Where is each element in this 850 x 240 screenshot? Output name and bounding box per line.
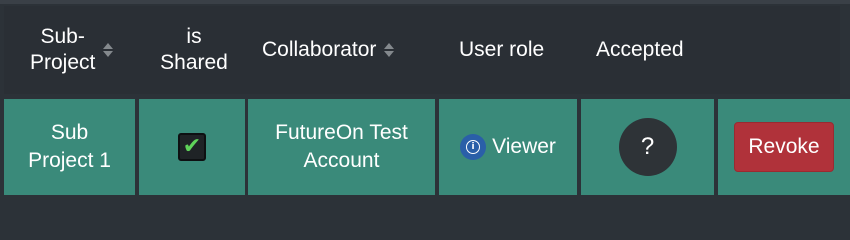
cell-collaborator: FutureOn Test Account [248,99,435,195]
column-header-sub-project[interactable]: Sub- Project [30,6,140,94]
column-label-user-role: User role [459,38,545,61]
checkmark-icon: ✔ [182,134,202,159]
column-header-user-role: User role [459,6,579,94]
cell-user-role: i Viewer [439,99,577,195]
revoke-button[interactable]: Revoke [734,122,834,172]
column-label-sub-project: Sub- Project [30,25,96,74]
column-header-collaborator[interactable]: Collaborator [262,6,442,94]
collaborator-name: FutureOn Test Account [275,121,408,172]
sort-icon[interactable] [384,43,395,57]
top-divider [0,0,850,4]
user-role-value: Viewer [492,135,556,158]
cell-accepted: ? [581,99,714,195]
column-header-accepted: Accepted [596,6,716,94]
accepted-status-button[interactable]: ? [618,118,677,176]
cell-is-shared: ✔ [139,99,245,195]
question-icon: ? [640,133,655,160]
revoke-button-label: Revoke [748,135,820,158]
column-header-is-shared: is Shared [149,6,239,94]
is-shared-checkbox[interactable]: ✔ [178,133,206,161]
column-label-collaborator: Collaborator [262,38,377,61]
cell-action: Revoke [718,99,850,195]
column-label-accepted: Accepted [596,38,684,61]
cell-sub-project: Sub Project 1 [4,99,135,195]
sub-project-name: Sub Project 1 [28,121,111,172]
table-row: Sub Project 1 ✔ FutureOn Test Account i … [0,96,850,198]
collaborators-table: Sub- Project is Shared Collaborator User… [0,0,850,204]
column-label-is-shared: is Shared [160,25,228,74]
table-header: Sub- Project is Shared Collaborator User… [4,6,840,94]
info-icon[interactable]: i [460,134,487,160]
sort-icon[interactable] [103,43,114,57]
